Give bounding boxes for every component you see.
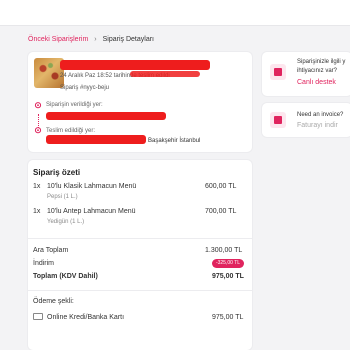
total-label: Toplam (KDV Dahil)	[33, 273, 98, 280]
item-option: Yedigün (1 L.)	[47, 219, 85, 225]
live-support-link[interactable]: Canlı destek	[297, 79, 336, 86]
item-price: 700,00 TL	[205, 208, 237, 215]
redacted-to-address	[46, 135, 146, 144]
subtotal-label: Ara Toplam	[33, 247, 69, 254]
address-connector	[38, 114, 39, 128]
top-navigation-bar	[0, 0, 350, 26]
download-invoice-link[interactable]: Faturayı indir	[297, 122, 338, 129]
to-address-label: Teslim edildiği yer:	[46, 128, 96, 134]
item-name: 10'lu Klasik Lahmacun Menü	[47, 183, 137, 190]
discount-badge: -325,00 TL	[212, 259, 244, 268]
item-name: 10'lu Antep Lahmacun Menü	[47, 208, 136, 215]
subtotal-value: 1.300,00 TL	[205, 247, 243, 254]
receipt-icon	[270, 112, 286, 128]
breadcrumb-separator: ›	[94, 36, 97, 43]
breadcrumb-previous-orders-link[interactable]: Önceki Siparişlerim	[28, 36, 88, 43]
chat-support-icon	[270, 64, 286, 80]
divider	[28, 238, 252, 239]
redacted-restaurant-name	[60, 60, 210, 70]
from-address-label: Siparişin verildiği yer:	[46, 102, 103, 108]
order-number: Sipariş #nyyc-beju	[60, 85, 110, 91]
discount-label: İndirim	[33, 260, 55, 267]
redacted-overlay	[130, 71, 200, 77]
item-option: Pepsi (1 L.)	[47, 194, 78, 200]
location-pin-icon	[34, 127, 42, 134]
support-text-line1: Siparişinizle ilgili y	[297, 59, 346, 65]
item-price: 600,00 TL	[205, 183, 237, 190]
breadcrumb-current: Sipariş Detayları	[102, 36, 154, 43]
location-pin-icon	[34, 102, 42, 109]
item-quantity: 1x	[33, 208, 41, 215]
payment-title: Ödeme şekli:	[33, 298, 74, 305]
breadcrumb: Önceki Siparişlerim › Sipariş Detayları	[28, 36, 154, 43]
payment-amount: 975,00 TL	[212, 314, 244, 321]
to-address-district: Başakşehir İstanbul	[148, 138, 201, 144]
support-text-line2: ihtiyacınız var?	[297, 68, 338, 74]
credit-card-icon	[33, 313, 43, 320]
order-summary-title: Sipariş özeti	[33, 168, 81, 177]
redacted-from-address	[46, 112, 166, 120]
total-value: 975,00 TL	[212, 273, 244, 280]
divider	[28, 290, 252, 291]
invoice-question: Need an invoice?	[297, 112, 344, 118]
payment-method: Online Kredi/Banka Kartı	[47, 314, 125, 321]
item-quantity: 1x	[33, 183, 41, 190]
